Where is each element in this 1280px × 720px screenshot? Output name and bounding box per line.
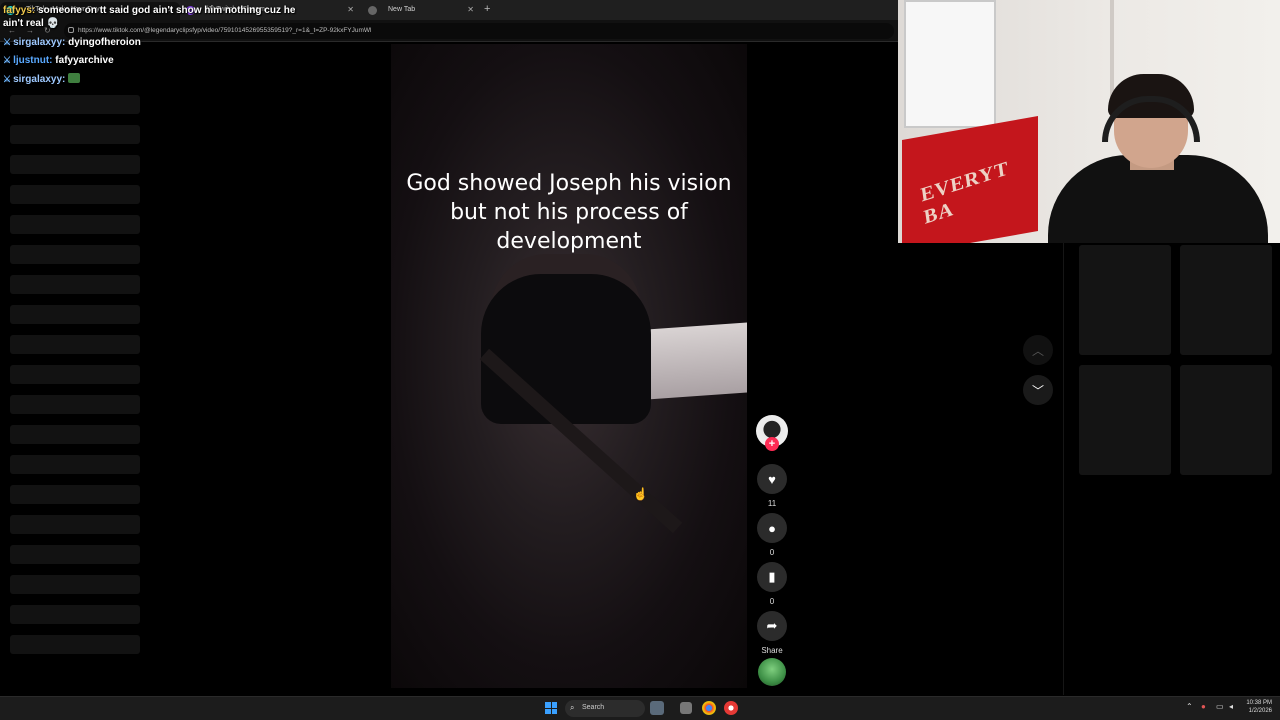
sword-badge-icon: ⚔: [3, 37, 12, 47]
emote-icon: [68, 73, 81, 83]
save-button[interactable]: ▮ 0: [756, 562, 788, 606]
close-tab-icon[interactable]: ✕: [467, 5, 474, 14]
tray-chevron-icon[interactable]: ⌃: [1186, 702, 1193, 711]
chat-username: fafyys:: [3, 5, 36, 16]
divider: [1063, 243, 1064, 695]
chevron-up-icon: ︿: [1031, 343, 1044, 358]
skeleton-item: [10, 275, 140, 294]
system-clock[interactable]: 10:38 PM 1/2/2026: [1242, 699, 1272, 715]
chat-username: ljustnut:: [13, 55, 53, 66]
sword-badge-icon: ⚔: [3, 55, 12, 65]
share-label: Share: [761, 646, 783, 655]
skeleton-item: [10, 545, 140, 564]
skeleton-tile: [1079, 245, 1171, 355]
like-button[interactable]: ♥ 11: [756, 464, 788, 508]
taskbar: ⌕ Search ⌃ ● ▭ ◂ 10:38 PM 1/2/2026: [0, 696, 1280, 720]
skeleton-item: [10, 515, 140, 534]
bookmark-icon[interactable]: ▮: [757, 562, 787, 592]
skeleton-item: [10, 575, 140, 594]
skeleton-item: [10, 125, 140, 144]
chevron-down-icon: ﹀: [1031, 383, 1044, 398]
share-arrow-icon[interactable]: ➦: [757, 611, 787, 641]
chat-message: fafyys: someone on tt said god ain't sho…: [3, 4, 303, 30]
globe-icon: [368, 6, 377, 15]
music-disc-button[interactable]: [756, 658, 788, 686]
skeleton-item: [10, 455, 140, 474]
skeleton-item: [10, 425, 140, 444]
chat-text: fafyyarchive: [55, 55, 114, 66]
skeleton-tile: [1180, 365, 1272, 475]
plus-icon[interactable]: +: [484, 3, 490, 15]
chat-message: ⚔ ljustnut: fafyyarchive: [3, 55, 114, 66]
chat-username: sirgalaxyy:: [13, 74, 66, 85]
chrome-icon[interactable]: [702, 701, 716, 715]
skeleton-item: [10, 245, 140, 264]
next-video-button[interactable]: ﹀: [1023, 375, 1053, 405]
windows-start-icon[interactable]: [545, 702, 557, 714]
like-count: 11: [767, 499, 777, 508]
skeleton-item: [10, 155, 140, 174]
video-caption: God showed Joseph his vision but not his…: [406, 171, 732, 254]
skeleton-item: [10, 95, 140, 114]
browser-tab-new[interactable]: New Tab ✕: [362, 2, 480, 20]
chat-text: someone on tt said god ain't show him no…: [3, 5, 296, 29]
skeleton-item: [10, 395, 140, 414]
chat-username: sirgalaxyy:: [13, 37, 66, 48]
comment-count: 0: [769, 548, 775, 557]
music-disc-icon[interactable]: [758, 658, 786, 686]
flag-text: EVERYT BA: [919, 157, 1010, 229]
network-icon[interactable]: ▭: [1216, 702, 1224, 711]
video-player[interactable]: God showed Joseph his vision but not his…: [391, 44, 747, 688]
skeleton-item: [10, 215, 140, 234]
chat-text: dyingofheroion: [68, 37, 141, 48]
obs-icon[interactable]: [724, 701, 738, 715]
webcam-overlay: EVERYT BA: [898, 0, 1280, 243]
skeleton-item: [10, 305, 140, 324]
previous-video-button[interactable]: ︿: [1023, 335, 1053, 365]
search-icon: ⌕: [570, 703, 575, 712]
share-button[interactable]: ➦ Share: [756, 611, 788, 655]
video-car-window: [647, 322, 747, 400]
skeleton-tile: [1180, 245, 1272, 355]
taskbar-search[interactable]: ⌕ Search: [565, 700, 645, 717]
skeleton-item: [10, 365, 140, 384]
hand-cursor-icon: ☝: [633, 487, 648, 501]
skeleton-item: [10, 335, 140, 354]
video-person-mask: [481, 274, 651, 424]
skeleton-item: [10, 485, 140, 504]
chat-message: ⚔ sirgalaxyy:: [3, 73, 81, 85]
creator-avatar-button[interactable]: +: [756, 415, 788, 451]
chat-message: ⚔ sirgalaxyy: dyingofheroion: [3, 37, 141, 48]
webcam-whiteboard: [904, 0, 996, 128]
clock-time: 10:38 PM: [1246, 700, 1272, 706]
sword-badge-icon: ⚔: [3, 74, 12, 84]
microphone-icon[interactable]: ●: [1201, 702, 1206, 711]
speaker-icon[interactable]: ◂: [1229, 702, 1233, 711]
tab-label: New Tab: [388, 6, 416, 13]
file-explorer-icon[interactable]: [680, 702, 692, 714]
close-tab-icon[interactable]: ✕: [347, 5, 354, 14]
app-icon[interactable]: [650, 701, 664, 715]
save-count: 0: [769, 597, 775, 606]
skeleton-item: [10, 605, 140, 624]
search-placeholder: Search: [582, 704, 605, 711]
comment-icon[interactable]: ●: [757, 513, 787, 543]
comment-button[interactable]: ● 0: [756, 513, 788, 557]
skeleton-item: [10, 635, 140, 654]
skeleton-item: [10, 185, 140, 204]
follow-plus-icon[interactable]: +: [765, 437, 779, 451]
clock-date: 1/2/2026: [1248, 708, 1272, 714]
heart-icon[interactable]: ♥: [757, 464, 787, 494]
avatar[interactable]: +: [756, 415, 788, 451]
skeleton-tile: [1079, 365, 1171, 475]
